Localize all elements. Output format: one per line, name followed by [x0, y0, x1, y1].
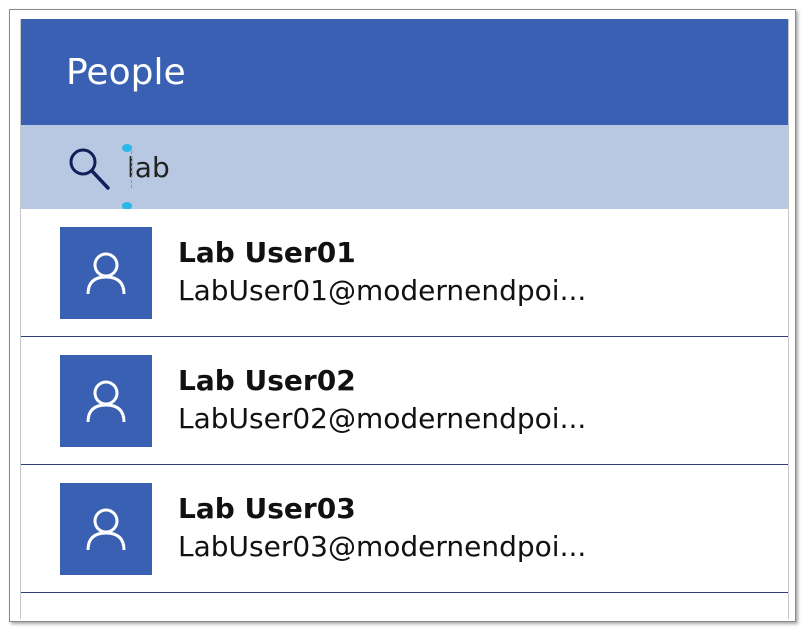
search-input[interactable]	[127, 147, 727, 187]
person-email: LabUser03@modernendpoi...	[178, 530, 587, 563]
search-icon[interactable]	[65, 145, 115, 195]
people-gallery: Lab User01 LabUser01@modernendpoi... Lab…	[21, 209, 788, 593]
selection-guide	[131, 146, 133, 188]
list-item[interactable]: Lab User02 LabUser02@modernendpoi...	[21, 337, 788, 465]
selection-handle-top[interactable]	[122, 144, 132, 152]
page-title: People	[66, 52, 186, 93]
avatar	[60, 355, 152, 447]
person-icon	[86, 380, 126, 423]
person-email: LabUser02@modernendpoi...	[178, 402, 587, 435]
header-bar: People	[21, 19, 788, 125]
avatar	[60, 227, 152, 319]
avatar	[60, 483, 152, 575]
person-email: LabUser01@modernendpoi...	[178, 274, 587, 307]
search-bar	[21, 125, 788, 210]
list-item[interactable]: Lab User03 LabUser03@modernendpoi...	[21, 465, 788, 593]
person-icon	[86, 508, 126, 551]
person-name: Lab User01	[178, 236, 356, 269]
person-name: Lab User02	[178, 364, 356, 397]
list-item[interactable]: Lab User01 LabUser01@modernendpoi...	[21, 209, 788, 337]
app-window: People Lab User	[9, 9, 796, 622]
person-icon	[86, 252, 126, 295]
people-screen: People Lab User	[20, 19, 789, 619]
person-name: Lab User03	[178, 492, 356, 525]
